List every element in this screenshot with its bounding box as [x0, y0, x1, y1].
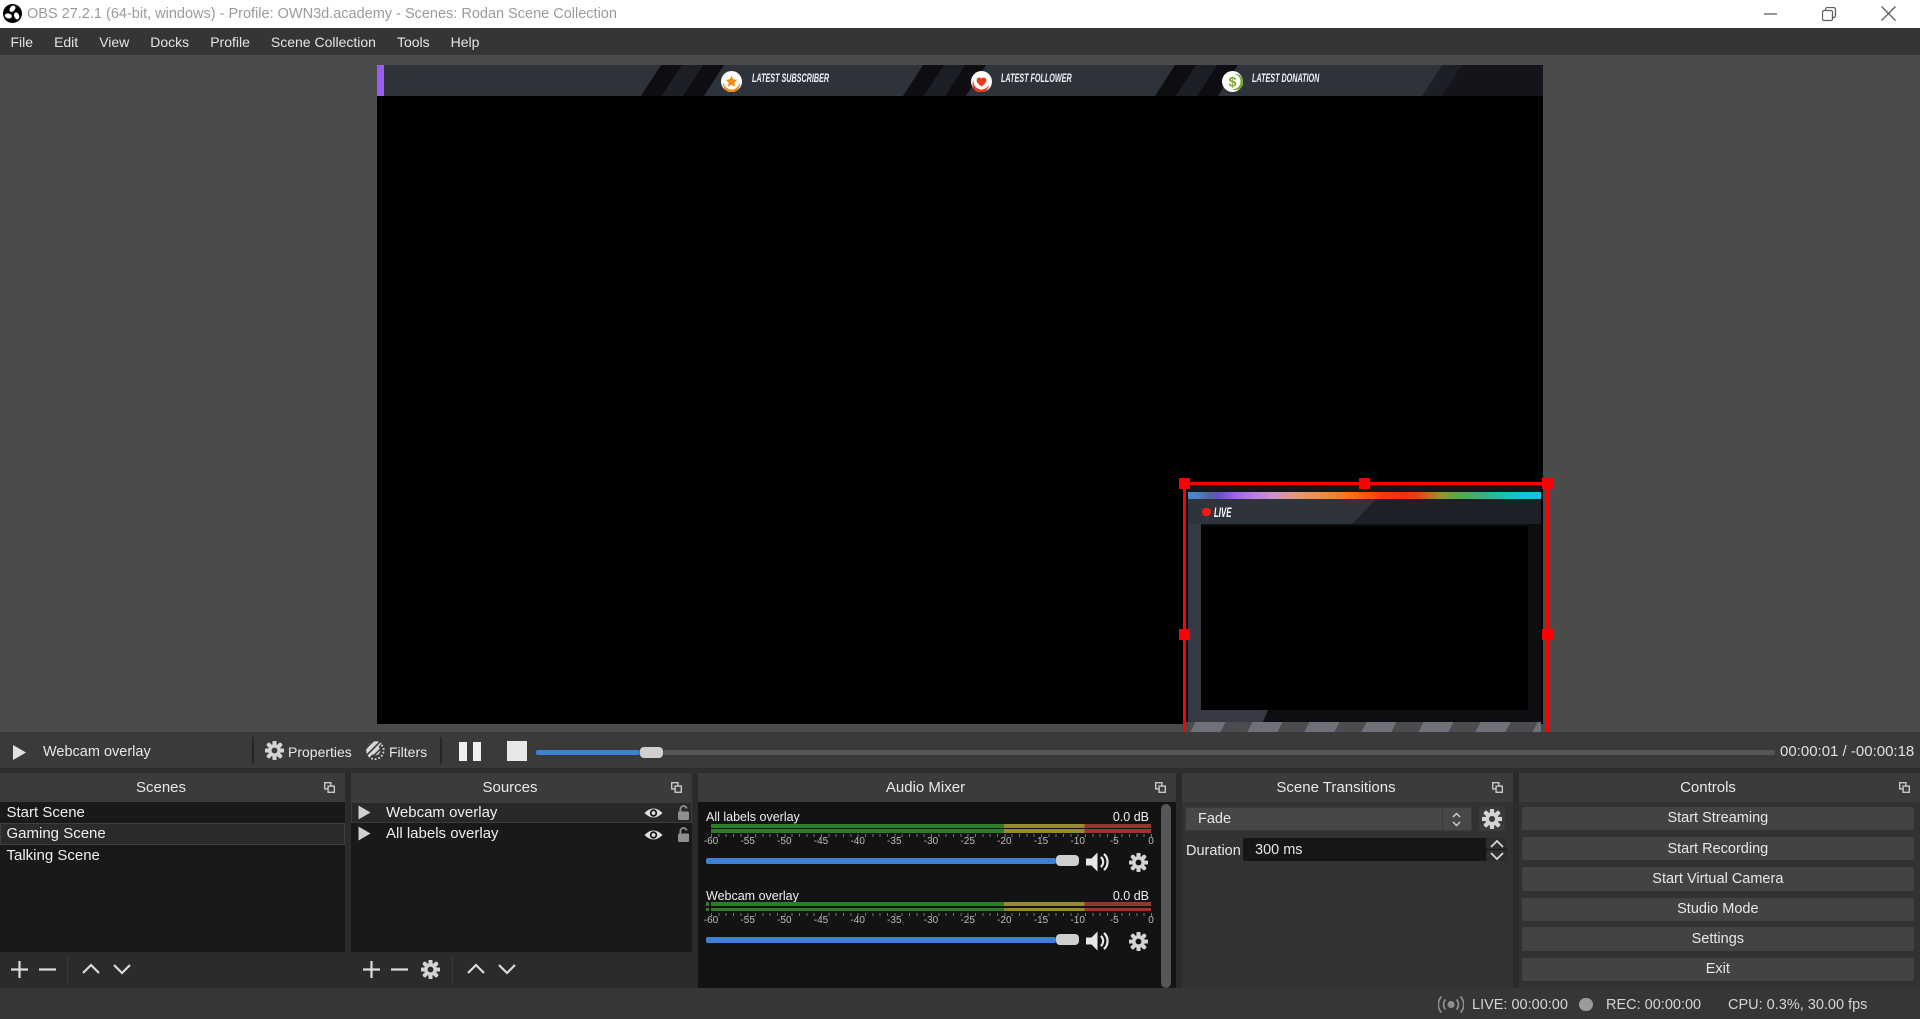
svg-text:$: $: [1228, 73, 1236, 89]
